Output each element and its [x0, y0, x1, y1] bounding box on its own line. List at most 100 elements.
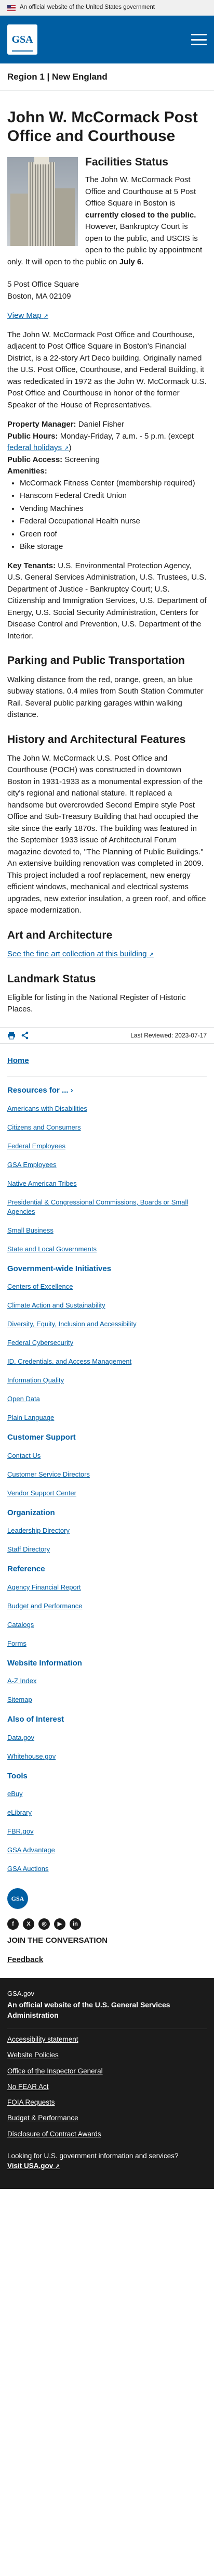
- footer-section-reference[interactable]: Reference: [7, 1563, 207, 1575]
- feedback-link[interactable]: Feedback: [7, 1955, 43, 1964]
- footer-link[interactable]: Agency Financial Report: [7, 1583, 81, 1591]
- identifier-link[interactable]: No FEAR Act: [7, 2083, 49, 2091]
- parking-text: Walking distance from the red, orange, g…: [7, 675, 204, 720]
- footer-link[interactable]: ID, Credentials, and Access Management: [7, 1357, 131, 1365]
- list-item: Data.gov: [7, 1733, 207, 1742]
- footer-section-website-info[interactable]: Website Information: [7, 1658, 207, 1670]
- footer-link[interactable]: Forms: [7, 1639, 26, 1647]
- footer-link[interactable]: eBuy: [7, 1790, 23, 1798]
- landmark-text: Eligible for listing in the National Reg…: [7, 993, 186, 1014]
- footer-link[interactable]: GSA Auctions: [7, 1865, 49, 1873]
- footer-link[interactable]: Citizens and Consumers: [7, 1123, 81, 1131]
- footer-link[interactable]: Diversity, Equity, Inclusion and Accessi…: [7, 1320, 137, 1328]
- footer-link[interactable]: GSA Employees: [7, 1161, 57, 1169]
- footer-links-support: Contact Us Customer Service Directors Ve…: [7, 1451, 207, 1498]
- footer-link[interactable]: Information Quality: [7, 1376, 64, 1384]
- identifier-link[interactable]: Office of the Inspector General: [7, 2067, 103, 2075]
- footer-link[interactable]: Staff Directory: [7, 1545, 50, 1553]
- usa-gov-link[interactable]: Visit USA.gov ↗: [7, 2162, 60, 2170]
- list-item: Plain Language: [7, 1413, 207, 1422]
- amenities-label-text: Amenities:: [7, 467, 47, 476]
- identifier-link[interactable]: Disclosure of Contract Awards: [7, 2130, 101, 2138]
- list-item: Bike storage: [20, 541, 207, 553]
- footer-link[interactable]: Contact Us: [7, 1452, 41, 1459]
- footer-link[interactable]: Presidential & Congressional Commissions…: [7, 1198, 188, 1215]
- landmark-title: Landmark Status: [7, 972, 96, 985]
- footer-link[interactable]: Budget and Performance: [7, 1602, 83, 1610]
- looking-for-info: Looking for U.S. government information …: [7, 2151, 207, 2172]
- youtube-icon[interactable]: ▶: [54, 1918, 65, 1930]
- footer-link[interactable]: Federal Employees: [7, 1142, 65, 1150]
- footer-link[interactable]: Americans with Disabilities: [7, 1105, 87, 1112]
- identifier-link[interactable]: Accessibility statement: [7, 2035, 78, 2043]
- art-link-row: See the fine art collection at this buil…: [7, 949, 207, 960]
- footer-link[interactable]: Data.gov: [7, 1734, 34, 1741]
- print-icon[interactable]: [7, 1031, 16, 1040]
- list-item: FBR.gov: [7, 1827, 207, 1836]
- list-item: Information Quality: [7, 1376, 207, 1385]
- region-label: Region 1 | New England: [0, 63, 214, 91]
- footer-section-organization[interactable]: Organization: [7, 1507, 207, 1519]
- footer-link[interactable]: Catalogs: [7, 1621, 34, 1629]
- list-item: Vending Machines: [20, 503, 207, 515]
- property-manager-value: Daniel Fisher: [78, 420, 125, 429]
- property-manager-label: Property Manager:: [7, 420, 76, 429]
- identifier-link[interactable]: Website Policies: [7, 2051, 59, 2059]
- gsa-footer-logo[interactable]: GSA: [7, 1888, 28, 1909]
- footer-link[interactable]: Open Data: [7, 1395, 40, 1403]
- footer-section-resources[interactable]: Resources for ... ›: [7, 1085, 207, 1097]
- list-item: Native American Tribes: [7, 1179, 207, 1188]
- join-conversation-label: JOIN THE CONVERSATION: [7, 1936, 108, 1945]
- footer-link[interactable]: eLibrary: [7, 1809, 32, 1816]
- footer-link[interactable]: Small Business: [7, 1226, 54, 1234]
- footer-link[interactable]: Leadership Directory: [7, 1527, 70, 1534]
- last-reviewed: Last Reviewed: 2023-07-17: [130, 1031, 207, 1039]
- footer-home-link[interactable]: Home: [7, 1055, 207, 1067]
- list-item: Budget & Performance: [7, 2113, 207, 2123]
- footer-link[interactable]: Federal Cybersecurity: [7, 1339, 73, 1347]
- footer-section-tools[interactable]: Tools: [7, 1771, 207, 1783]
- identifier-link[interactable]: FOIA Requests: [7, 2098, 55, 2106]
- facebook-icon[interactable]: f: [7, 1918, 19, 1930]
- gsa-logo[interactable]: GSA: [7, 24, 37, 55]
- external-link-icon: ↗: [43, 313, 48, 320]
- footer-link[interactable]: Sitemap: [7, 1696, 32, 1703]
- amenities-label: Amenities:: [7, 466, 207, 478]
- x-twitter-icon[interactable]: X: [23, 1918, 34, 1930]
- footer-link[interactable]: Customer Service Directors: [7, 1470, 90, 1478]
- menu-icon[interactable]: [191, 34, 207, 45]
- footer-link[interactable]: A-Z Index: [7, 1677, 36, 1685]
- list-item: Sitemap: [7, 1695, 207, 1704]
- list-item: Diversity, Equity, Inclusion and Accessi…: [7, 1319, 207, 1329]
- agency-identifier: GSA.gov An official website of the U.S. …: [0, 1978, 214, 2189]
- footer-links-organization: Leadership Directory Staff Directory: [7, 1526, 207, 1554]
- history-text: The John W. McCormack U.S. Post Office a…: [7, 753, 206, 915]
- footer-section-support[interactable]: Customer Support: [7, 1432, 207, 1444]
- instagram-icon[interactable]: ◎: [38, 1918, 50, 1930]
- identifier-link[interactable]: Budget & Performance: [7, 2114, 78, 2122]
- list-item: Climate Action and Sustainability: [7, 1301, 207, 1310]
- footer-link[interactable]: Native American Tribes: [7, 1180, 77, 1187]
- footer-section-initiatives[interactable]: Government-wide Initiatives: [7, 1263, 207, 1275]
- footer-link[interactable]: Climate Action and Sustainability: [7, 1301, 105, 1309]
- list-item: Disclosure of Contract Awards: [7, 2129, 207, 2139]
- linkedin-icon[interactable]: in: [70, 1918, 81, 1930]
- list-item: eLibrary: [7, 1808, 207, 1817]
- footer-link[interactable]: Centers of Excellence: [7, 1283, 73, 1290]
- view-map-link[interactable]: View Map ↗: [7, 310, 48, 322]
- list-item: Federal Cybersecurity: [7, 1338, 207, 1348]
- share-icon[interactable]: [21, 1031, 29, 1040]
- footer-link[interactable]: FBR.gov: [7, 1827, 34, 1835]
- federal-holidays-link[interactable]: federal holidays ↗: [7, 443, 69, 452]
- footer-links-resources: Americans with Disabilities Citizens and…: [7, 1104, 207, 1254]
- footer-link[interactable]: State and Local Governments: [7, 1245, 97, 1253]
- share-icons: [7, 1031, 29, 1040]
- footer-link[interactable]: GSA Advantage: [7, 1846, 55, 1854]
- footer-links-initiatives: Centers of Excellence Climate Action and…: [7, 1282, 207, 1422]
- footer-link[interactable]: Plain Language: [7, 1414, 54, 1421]
- footer-section-also-of-interest[interactable]: Also of Interest: [7, 1714, 207, 1726]
- fine-art-link[interactable]: See the fine art collection at this buil…: [7, 950, 154, 958]
- footer-link[interactable]: Whitehouse.gov: [7, 1752, 56, 1760]
- identifier-links: Accessibility statement Website Policies…: [7, 2029, 207, 2139]
- footer-link[interactable]: Vendor Support Center: [7, 1489, 76, 1497]
